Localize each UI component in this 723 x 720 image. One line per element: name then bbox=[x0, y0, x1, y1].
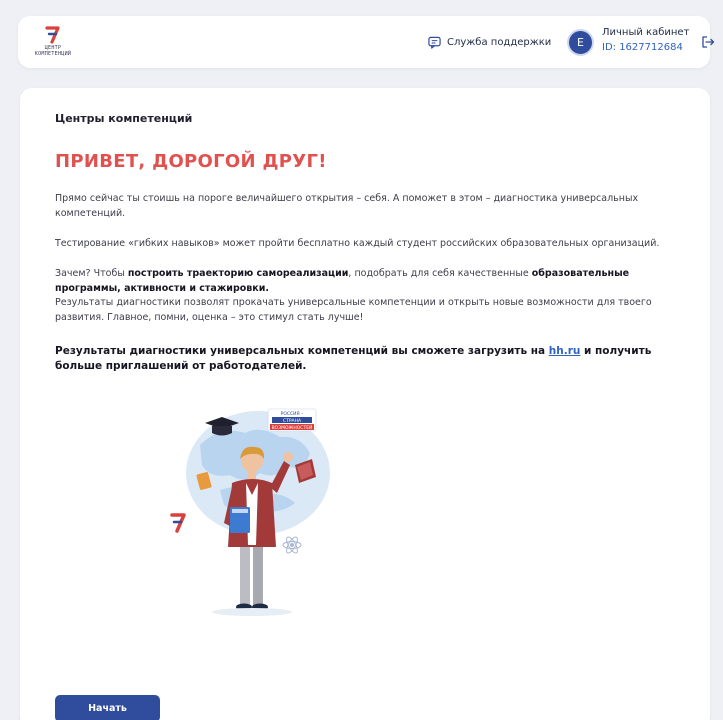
why-paragraph: Зачем? Чтобы построить траекторию саморе… bbox=[55, 267, 685, 296]
support-label: Служба поддержки bbox=[447, 36, 552, 48]
cabinet-title: Личный кабинет bbox=[602, 27, 690, 38]
avatar[interactable]: Е bbox=[567, 29, 594, 56]
page-title: ПРИВЕТ, ДОРОГОЙ ДРУГ! bbox=[55, 151, 327, 172]
top-bar: ЦЕНТР КОМПЕТЕНЦИЙ Служба поддержки Е Лич… bbox=[18, 16, 715, 68]
intro-paragraph: Прямо сейчас ты стоишь на пороге величай… bbox=[55, 193, 639, 219]
hh-text-a: Результаты диагностики универсальных ком… bbox=[55, 345, 549, 357]
testing-paragraph: Тестирование «гибких навыков» может прой… bbox=[55, 238, 660, 249]
support-link[interactable]: Служба поддержки bbox=[428, 33, 551, 51]
start-button[interactable]: Начать bbox=[55, 695, 160, 720]
logo[interactable]: ЦЕНТР КОМПЕТЕНЦИЙ bbox=[33, 25, 73, 61]
sign-line-2: СТРАНА bbox=[283, 418, 302, 424]
logo-text: ЦЕНТР КОМПЕТЕНЦИЙ bbox=[34, 45, 72, 57]
sign-line-1: РОССИЯ – bbox=[281, 411, 304, 417]
hh-paragraph: Результаты диагностики универсальных ком… bbox=[55, 344, 685, 374]
student-illustration: РОССИЯ – СТРАНА ВОЗМОЖНОСТЕЙ bbox=[170, 408, 330, 616]
results-paragraph: Результаты диагностики позволят прокачат… bbox=[55, 297, 652, 323]
user-id: ID: 1627712684 bbox=[602, 42, 683, 53]
logo-mark-icon bbox=[45, 26, 60, 44]
sign-line-3: ВОЗМОЖНОСТЕЙ bbox=[272, 424, 313, 431]
hh-link[interactable]: hh.ru bbox=[549, 345, 581, 357]
chat-bubble-icon bbox=[428, 36, 441, 49]
main-card: Центры компетенций ПРИВЕТ, ДОРОГОЙ ДРУГ!… bbox=[20, 88, 710, 720]
why-text-b: построить траекторию самореализации bbox=[127, 268, 349, 279]
why-text-a: Зачем? Чтобы bbox=[55, 268, 128, 279]
avatar-letter: Е bbox=[577, 36, 584, 49]
breadcrumb: Центры компетенций bbox=[55, 112, 193, 125]
logout-icon[interactable] bbox=[701, 35, 715, 49]
personal-cabinet[interactable]: Личный кабинет ID: 1627712684 bbox=[602, 26, 692, 55]
why-text-c: , подобрать для себя качественные bbox=[348, 268, 532, 279]
